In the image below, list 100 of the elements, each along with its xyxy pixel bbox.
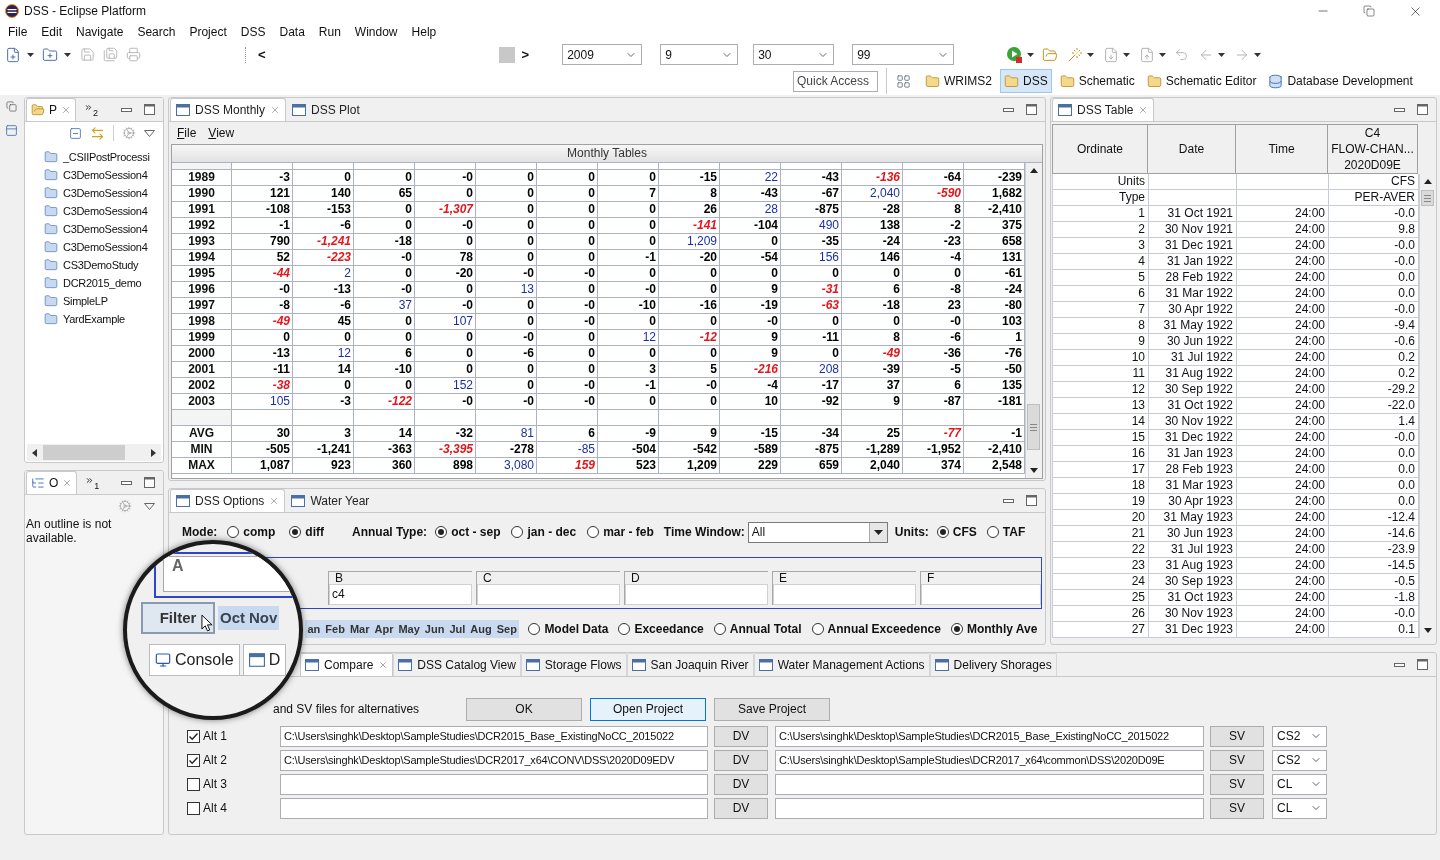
overflow-button[interactable]: 2 <box>84 102 99 117</box>
action-button[interactable]: Open Project <box>590 697 706 721</box>
menu-item[interactable]: Project <box>182 22 234 42</box>
radio-option[interactable]: TAF <box>986 523 1026 541</box>
maximize-icon[interactable] <box>1026 495 1037 506</box>
menu-item[interactable]: Window <box>347 22 405 42</box>
tree-item[interactable]: C3DemoSession4 <box>44 220 163 238</box>
panel-tab[interactable]: DSS Table <box>1052 98 1155 121</box>
radio-option[interactable]: mar - feb <box>587 523 654 541</box>
minimize-icon[interactable] <box>121 107 132 112</box>
radio-icon[interactable] <box>587 526 600 538</box>
triangle-menu-icon[interactable] <box>144 502 155 510</box>
tree-item[interactable]: SimpleLP <box>44 292 163 310</box>
caret-icon[interactable] <box>1123 52 1131 57</box>
restore-icon[interactable] <box>5 101 17 112</box>
radio-icon[interactable] <box>811 623 824 635</box>
month-toggle[interactable]: Mar <box>347 620 372 638</box>
caret-icon[interactable] <box>1159 52 1167 57</box>
scroll-thumb[interactable] <box>498 46 515 63</box>
grid-icon[interactable] <box>896 73 911 89</box>
radio-icon[interactable] <box>986 526 999 538</box>
sv-button[interactable]: SV <box>1210 773 1264 795</box>
radio-option[interactable]: comp <box>227 523 276 541</box>
panel-tab[interactable]: Storage Flows <box>520 653 627 676</box>
caret-icon[interactable] <box>1254 52 1262 57</box>
action-button[interactable]: OK <box>466 697 582 721</box>
sv-button[interactable]: SV <box>1210 749 1264 771</box>
month-toggle[interactable]: Oct <box>218 606 247 630</box>
radio-option[interactable]: jan - dec <box>511 523 577 541</box>
month-toggle[interactable]: Sep <box>494 620 520 638</box>
radio-icon[interactable] <box>528 623 541 635</box>
radio-option[interactable]: Annual Exceedence <box>811 620 941 638</box>
path-field[interactable]: C:\Users\singhk\Desktop\SampleStudies\DCR2015_Base_ExistingNoCC_2015022 <box>280 725 708 747</box>
dropdown[interactable]: 9 <box>660 44 739 65</box>
panel-tab[interactable]: DSS Catalog View <box>393 653 521 676</box>
radio-icon[interactable] <box>936 526 949 538</box>
format-dropdown[interactable]: CS2 <box>1272 749 1327 771</box>
tree-item[interactable]: C3DemoSession4 <box>44 166 163 184</box>
input-field[interactable] <box>625 584 768 605</box>
checkbox[interactable]: Alt 3 <box>187 775 280 793</box>
caret-icon[interactable] <box>1087 52 1095 57</box>
menu-item[interactable]: View <box>208 124 235 142</box>
perspective-button[interactable]: DSS <box>1000 69 1052 93</box>
month-toggle[interactable]: Aug <box>467 620 495 638</box>
radio-option[interactable]: Annual Total <box>713 620 802 638</box>
scroll-arrow[interactable]: > <box>521 44 530 65</box>
radio-option[interactable]: diff <box>289 523 324 541</box>
month-toggle[interactable]: May <box>395 620 423 638</box>
checkbox-icon[interactable] <box>187 801 200 815</box>
caret-icon[interactable] <box>1218 52 1226 57</box>
minimize-icon[interactable] <box>121 480 132 485</box>
path-field[interactable] <box>280 773 708 795</box>
dv-button[interactable]: DV <box>714 749 768 771</box>
perspective-button[interactable]: WRIMS2 <box>921 69 996 93</box>
tree-item[interactable]: C3DemoSession4 <box>44 184 163 202</box>
menu-item[interactable]: Navigate <box>69 22 131 42</box>
square-minus-icon[interactable] <box>69 126 82 140</box>
dropdown[interactable]: 2009 <box>562 44 643 65</box>
scroll-arrow[interactable]: < <box>258 44 266 65</box>
scroll-thumb[interactable] <box>43 445 125 460</box>
month-toggle[interactable]: Jul <box>446 620 468 638</box>
checkbox-icon[interactable] <box>187 729 200 743</box>
panel-tab[interactable]: O <box>26 471 78 494</box>
path-field[interactable]: C:\Users\singhk\Desktop\SampleStudies\DCR2015_Base_ExistingNoCC_2015022 <box>775 725 1204 747</box>
radio-option[interactable]: CFS <box>936 523 977 541</box>
input-field[interactable] <box>773 584 916 605</box>
file-plus-icon[interactable] <box>5 46 21 63</box>
path-field[interactable] <box>775 773 1204 795</box>
perspective-button[interactable]: Schematic Editor <box>1142 69 1261 93</box>
checkbox-icon[interactable] <box>187 753 200 767</box>
month-toggle[interactable]: an <box>305 620 323 638</box>
tree-item[interactable]: YardExample <box>44 310 163 328</box>
menu-item[interactable]: DSS <box>233 22 273 42</box>
triangle-menu-icon[interactable] <box>144 129 155 137</box>
minimize-icon[interactable] <box>1394 662 1405 667</box>
tree-item[interactable]: DCR2015_demo <box>44 274 163 292</box>
panel-tab[interactable]: DSS Monthly <box>170 98 287 121</box>
month-toggle[interactable]: Nov <box>247 606 280 630</box>
tree-item[interactable]: C3DemoSession4 <box>44 202 163 220</box>
menu-item[interactable]: Search <box>130 22 183 42</box>
radio-icon[interactable] <box>618 623 631 635</box>
minimize-icon[interactable] <box>1394 107 1405 112</box>
checkbox[interactable]: Alt 4 <box>187 799 280 817</box>
path-field[interactable] <box>775 797 1204 819</box>
panel-tab[interactable]: San Joaquin River <box>626 653 754 676</box>
dv-button[interactable]: DV <box>714 797 768 819</box>
format-dropdown[interactable]: CL <box>1272 797 1327 819</box>
panel-tab[interactable]: DSS Options <box>170 489 286 512</box>
radio-option[interactable]: Monthly Ave <box>950 620 1038 638</box>
overflow-button[interactable]: 1 <box>85 475 100 490</box>
menu-item[interactable]: Data <box>272 22 312 42</box>
panel-tab[interactable]: Console <box>149 644 240 675</box>
radio-option[interactable]: Exceedance <box>618 620 704 638</box>
format-dropdown[interactable]: CL <box>1272 773 1327 795</box>
dropdown[interactable]: 99 <box>852 44 955 65</box>
menu-item[interactable]: Help <box>404 22 444 42</box>
radio-icon[interactable] <box>950 623 963 635</box>
dropdown[interactable]: 30 <box>753 44 835 65</box>
minimize-icon[interactable] <box>1003 498 1014 503</box>
perspective-button[interactable]: Database Development <box>1264 69 1417 93</box>
